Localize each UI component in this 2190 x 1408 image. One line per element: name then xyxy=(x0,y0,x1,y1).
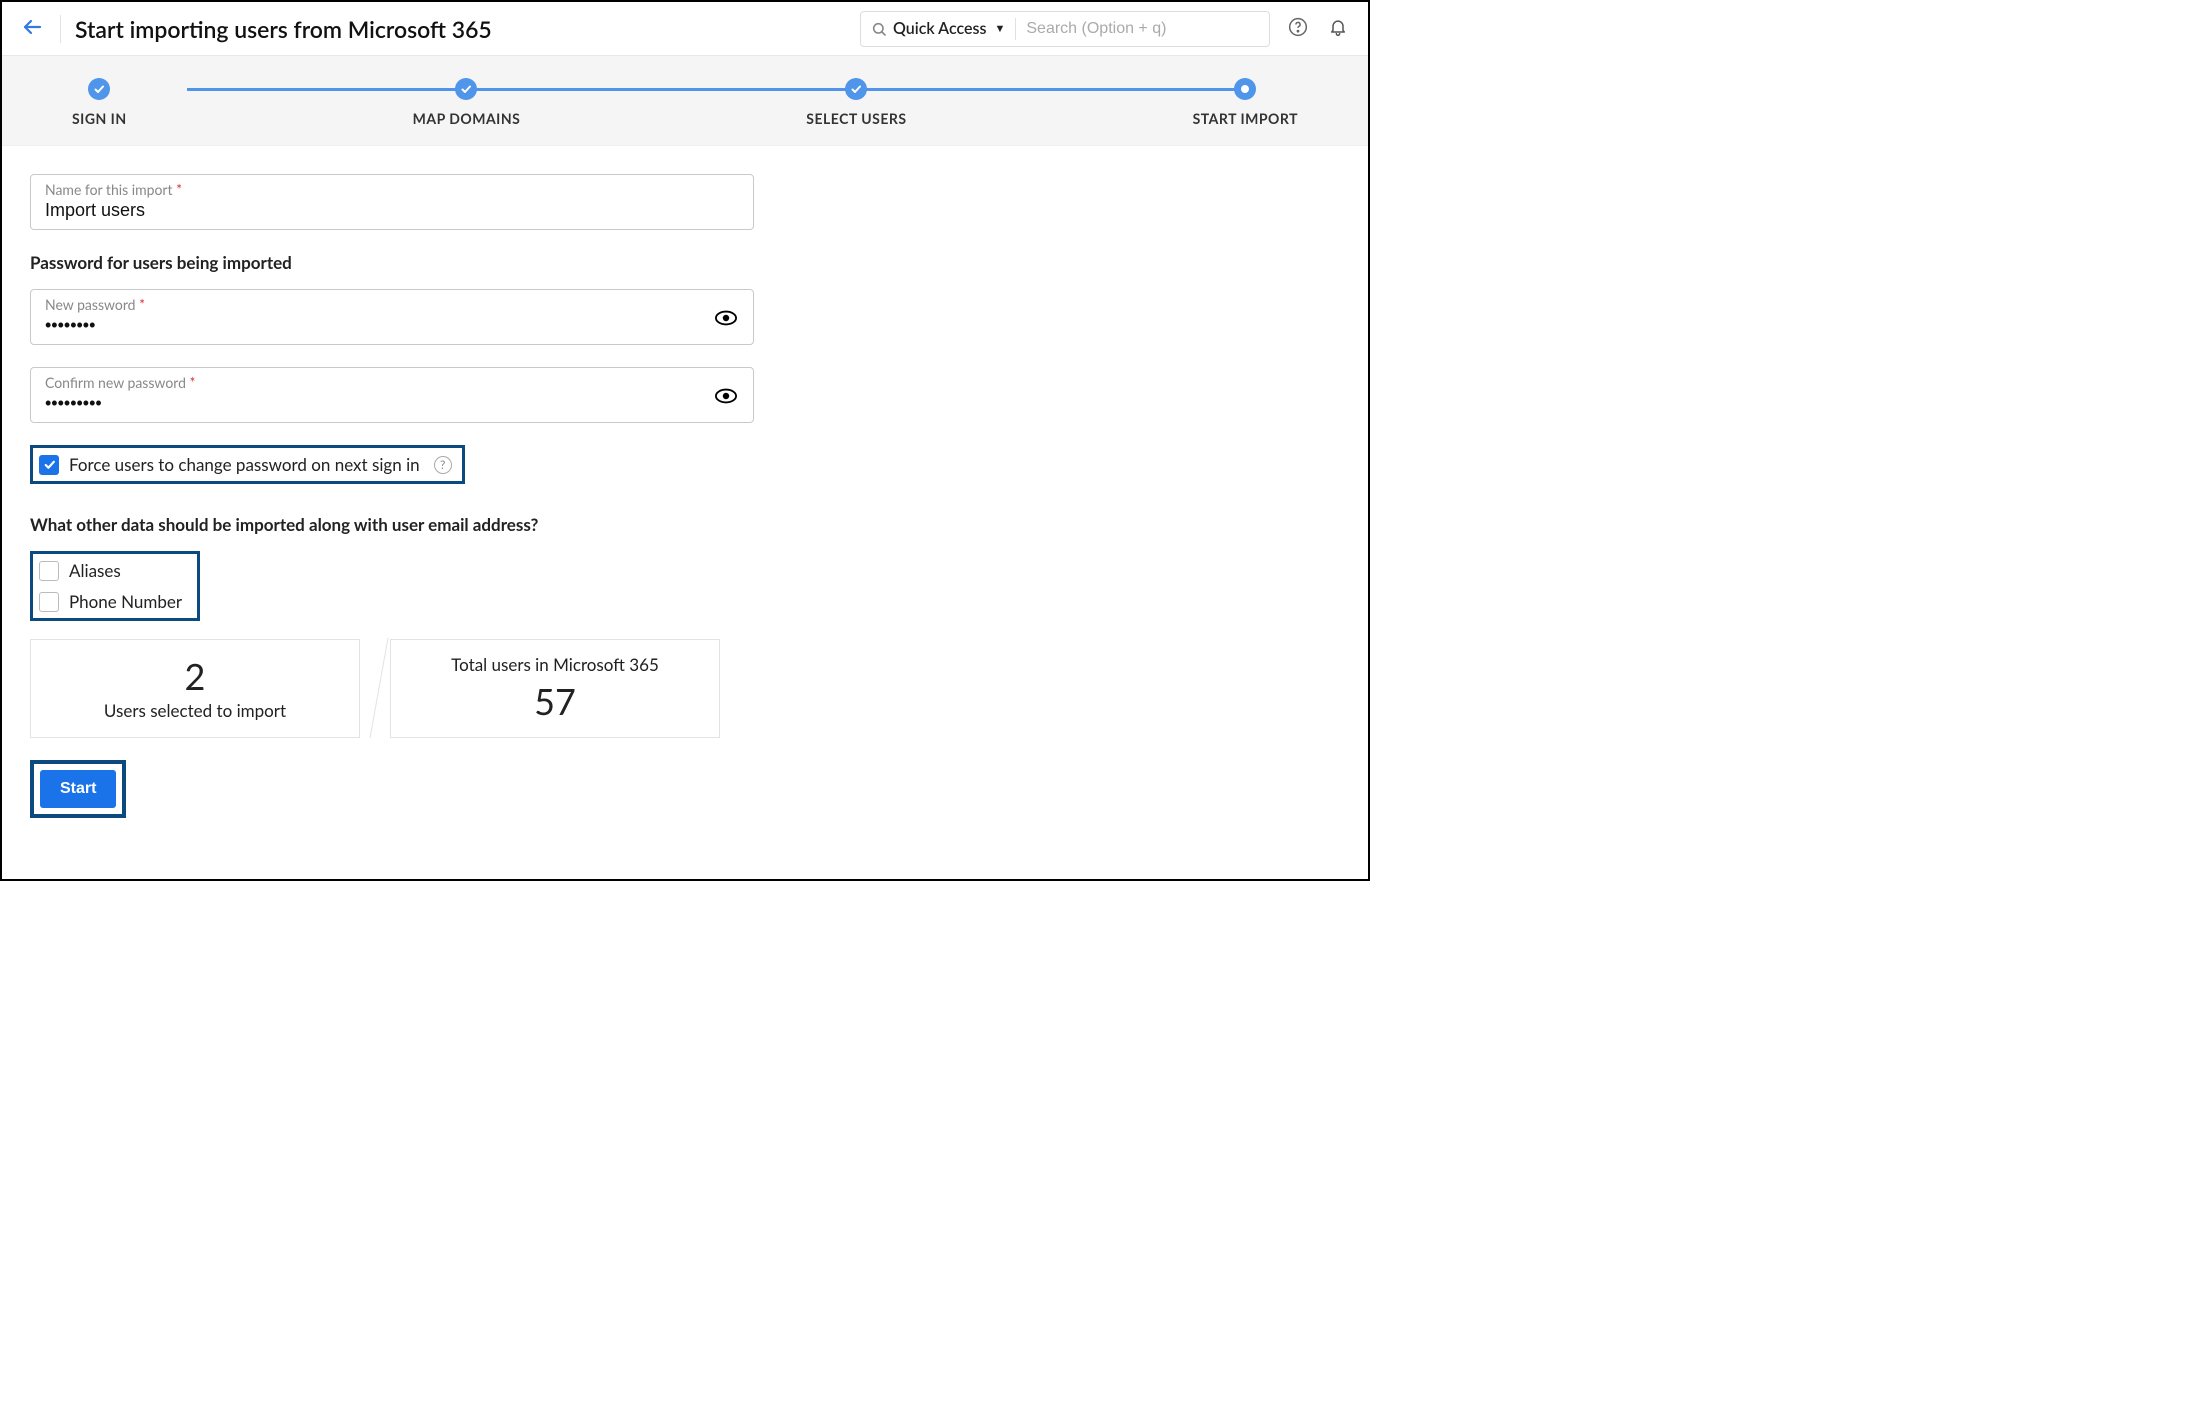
force-change-checkbox-row[interactable]: Force users to change password on next s… xyxy=(39,454,452,475)
form-content: Name for this import * Password for user… xyxy=(2,146,782,846)
required-marker: * xyxy=(139,296,145,313)
import-name-input[interactable] xyxy=(45,198,739,221)
password-section-heading: Password for users being imported xyxy=(30,252,754,273)
toggle-password-visibility[interactable] xyxy=(715,310,737,330)
force-change-label: Force users to change password on next s… xyxy=(69,454,420,475)
start-button[interactable]: Start xyxy=(40,770,116,808)
help-button[interactable] xyxy=(1288,17,1308,41)
bell-icon xyxy=(1328,17,1348,37)
total-users-count: 57 xyxy=(415,679,695,723)
quick-access-search: Quick Access ▼ xyxy=(860,11,1270,47)
step-label: START IMPORT xyxy=(1193,110,1298,127)
selected-users-count: 2 xyxy=(55,654,335,698)
confirm-password-field[interactable]: Confirm new password * xyxy=(30,367,754,423)
step-sign-in[interactable]: SIGN IN xyxy=(72,78,127,127)
eye-icon xyxy=(715,388,737,404)
required-marker: * xyxy=(176,181,182,198)
selected-users-label: Users selected to import xyxy=(55,700,335,721)
step-label: SIGN IN xyxy=(72,110,127,127)
check-icon xyxy=(43,458,56,471)
wizard-stepper: SIGN IN MAP DOMAINS SELECT USERS START I… xyxy=(2,56,1368,146)
search-input[interactable] xyxy=(1016,12,1269,46)
confirm-password-label: Confirm new password xyxy=(45,374,186,391)
header-divider xyxy=(60,15,61,43)
extras-highlight: Aliases Phone Number xyxy=(30,551,200,621)
extras-heading: What other data should be imported along… xyxy=(30,514,754,535)
quick-access-label: Quick Access xyxy=(893,19,986,38)
page-header: Start importing users from Microsoft 365… xyxy=(2,2,1368,56)
import-name-label: Name for this import xyxy=(45,181,173,198)
phone-label: Phone Number xyxy=(69,591,182,612)
aliases-label: Aliases xyxy=(69,560,121,581)
step-start-import[interactable]: START IMPORT xyxy=(1193,78,1298,127)
new-password-label: New password xyxy=(45,296,136,313)
selected-users-card: 2 Users selected to import xyxy=(30,639,360,738)
total-users-label: Total users in Microsoft 365 xyxy=(415,654,695,675)
confirm-password-input[interactable] xyxy=(45,391,739,414)
phone-checkbox-row[interactable]: Phone Number xyxy=(39,591,187,612)
step-label: MAP DOMAINS xyxy=(413,110,521,127)
total-users-card: Total users in Microsoft 365 57 xyxy=(390,639,720,738)
card-divider xyxy=(368,638,390,738)
arrow-left-icon xyxy=(20,15,44,39)
new-password-input[interactable] xyxy=(45,313,739,336)
step-map-domains[interactable]: MAP DOMAINS xyxy=(413,78,521,127)
quick-access-dropdown[interactable]: Quick Access ▼ xyxy=(861,12,1015,46)
aliases-checkbox[interactable] xyxy=(39,561,59,581)
eye-icon xyxy=(715,310,737,326)
phone-checkbox[interactable] xyxy=(39,592,59,612)
aliases-checkbox-row[interactable]: Aliases xyxy=(39,560,187,581)
step-label: SELECT USERS xyxy=(806,110,906,127)
required-marker: * xyxy=(190,374,196,391)
import-name-field[interactable]: Name for this import * xyxy=(30,174,754,230)
check-icon xyxy=(460,83,472,95)
step-select-users[interactable]: SELECT USERS xyxy=(806,78,906,127)
check-icon xyxy=(93,83,105,95)
check-icon xyxy=(850,83,862,95)
force-change-checkbox[interactable] xyxy=(39,455,59,475)
help-circle-icon xyxy=(1288,17,1308,37)
notifications-button[interactable] xyxy=(1328,17,1348,41)
import-stats: 2 Users selected to import Total users i… xyxy=(30,639,754,738)
page-title: Start importing users from Microsoft 365 xyxy=(75,15,860,43)
back-button[interactable] xyxy=(16,11,54,47)
stepper-line xyxy=(187,88,1238,91)
caret-down-icon: ▼ xyxy=(994,22,1005,35)
force-change-help[interactable]: ? xyxy=(434,456,452,474)
force-change-highlight: Force users to change password on next s… xyxy=(30,445,465,484)
search-icon xyxy=(871,21,887,37)
start-button-highlight: Start xyxy=(30,760,126,818)
toggle-password-visibility[interactable] xyxy=(715,388,737,408)
new-password-field[interactable]: New password * xyxy=(30,289,754,345)
